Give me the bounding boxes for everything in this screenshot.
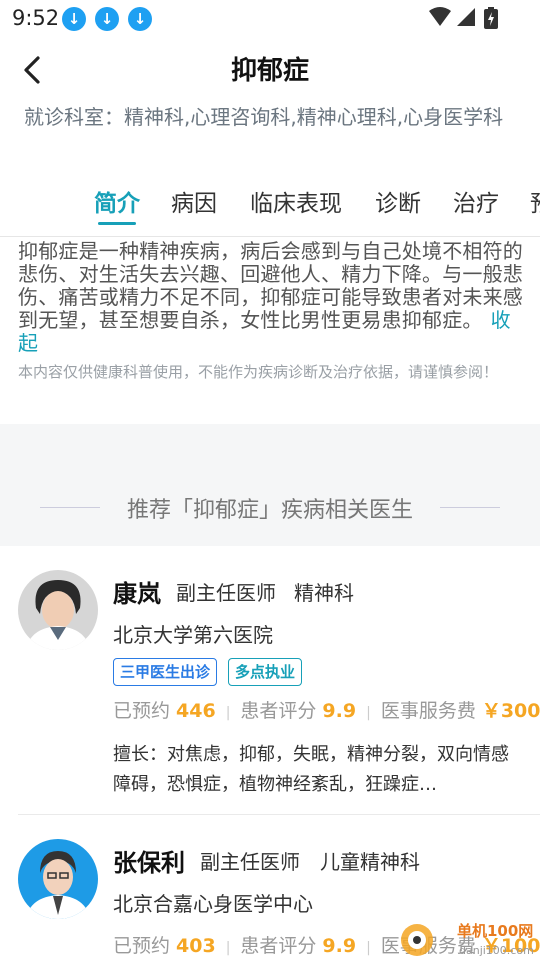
download-icon: ↓ — [128, 7, 152, 31]
doctor-skill: 擅长：对焦虑，抑郁，失眠，精神分裂，双向情感障碍，恐惧症，植物神经紊乱，狂躁症… — [113, 744, 509, 795]
tab-active-indicator — [98, 222, 136, 225]
department-info: 就诊科室：精神科,心理咨询科,精神心理科,心身医学科 — [24, 105, 504, 129]
download-icon: ↓ — [95, 7, 119, 31]
tab-symptoms[interactable]: 临床表现 — [250, 184, 342, 218]
page-title: 抑郁症 — [230, 56, 309, 86]
rating-value: 9.9 — [322, 935, 357, 957]
stat-separator: | — [366, 940, 371, 956]
tab-bar: 简介 病因 临床表现 诊断 治疗 预 — [0, 178, 540, 237]
fee-value: ￥300 — [481, 700, 540, 722]
svg-text:danji100.com: danji100.com — [459, 944, 534, 957]
doctor-name: 张保利 — [113, 849, 185, 877]
battery-icon — [484, 7, 498, 29]
tab-intro[interactable]: 简介 — [94, 184, 140, 218]
status-time: 9:52 — [12, 6, 60, 30]
stat-separator: | — [225, 705, 231, 721]
doctor-dept: 精神科 — [294, 581, 354, 605]
booked-label: 已预约 — [113, 935, 171, 957]
doctor-hospital: 北京大学第六医院 — [113, 623, 273, 647]
fee-label: 医事服务费 — [380, 700, 476, 722]
rating-label: 患者评分 — [240, 700, 317, 722]
tag-tier3: 三甲医生出诊 — [113, 658, 218, 686]
tab-diagnosis[interactable]: 诊断 — [375, 184, 421, 218]
header: 抑郁症 — [0, 40, 540, 100]
doctor-name: 康岚 — [113, 580, 161, 608]
doctor-dept: 儿童精神科 — [320, 850, 420, 874]
recommend-title: 推荐「抑郁症」疾病相关医生 — [126, 498, 413, 523]
stat-separator: | — [366, 705, 371, 721]
tab-prevention[interactable]: 预 — [530, 184, 540, 218]
section-separator — [0, 424, 540, 546]
signal-icon — [457, 8, 475, 26]
download-icon: ↓ — [62, 7, 86, 31]
doctor-avatar — [18, 839, 98, 919]
doctor-title: 副主任医师 — [176, 581, 276, 605]
rating-value: 9.9 — [322, 700, 357, 722]
watermark-logo: 单机100网 danji100.com — [395, 916, 540, 960]
doctor-hospital: 北京合嘉心身医学中心 — [113, 892, 313, 916]
wifi-icon — [429, 7, 451, 26]
doctor-title: 副主任医师 — [200, 850, 300, 874]
disease-intro: 抑郁症是一种精神疾病，病后会感到与自己处境不相符的悲伤、对生活失去兴趣、回避他人… — [18, 240, 526, 355]
doctor-stats: 已预约 446 | 患者评分 9.9 | 医事服务费 ￥300 — [113, 696, 540, 723]
booked-count: 446 — [176, 700, 216, 722]
intro-text: 抑郁症是一种精神疾病，病后会感到与自己处境不相符的悲伤、对生活失去兴趣、回避他人… — [18, 239, 523, 332]
doctor-card[interactable]: 康岚 副主任医师 精神科 北京大学第六医院 三甲医生出诊 多点执业 已预约 446… — [0, 546, 540, 814]
doctor-avatar — [18, 570, 98, 650]
disclaimer-text: 本内容仅供健康科普使用，不能作为疾病诊断及治疗依据，请谨慎参阅！ — [18, 363, 499, 381]
tab-treatment[interactable]: 治疗 — [453, 184, 499, 218]
booked-label: 已预约 — [113, 700, 171, 722]
rating-label: 患者评分 — [240, 935, 317, 957]
stat-separator: | — [225, 940, 231, 956]
tag-multisite: 多点执业 — [228, 658, 303, 686]
svg-text:单机100网: 单机100网 — [457, 922, 533, 940]
status-bar: 9:52 ↓ ↓ ↓ — [0, 0, 540, 36]
tab-cause[interactable]: 病因 — [171, 184, 217, 218]
booked-count: 403 — [176, 935, 216, 957]
